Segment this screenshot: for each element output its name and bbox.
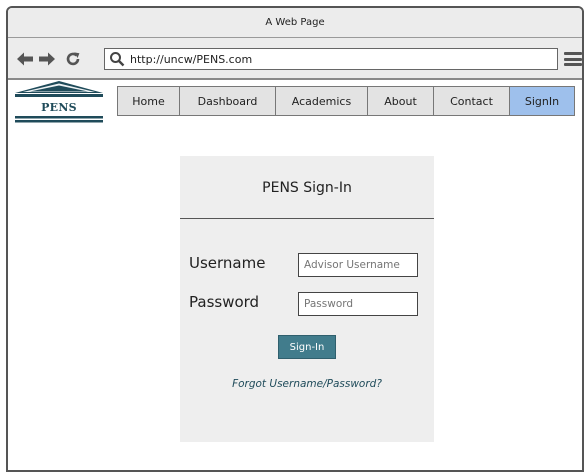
url-text: http://uncw/PENS.com xyxy=(130,52,253,66)
forgot-credentials-link[interactable]: Forgot Username/Password? xyxy=(180,378,434,390)
reload-button[interactable] xyxy=(64,50,82,68)
back-button[interactable] xyxy=(16,50,34,68)
address-bar[interactable]: http://uncw/PENS.com xyxy=(104,48,558,70)
window-title: A Web Page xyxy=(265,17,325,28)
magnifier-icon xyxy=(109,51,125,67)
password-input[interactable] xyxy=(298,292,418,316)
nav-item-signin[interactable]: SignIn xyxy=(510,87,574,115)
username-input[interactable] xyxy=(298,253,418,277)
nav-item-contact[interactable]: Contact xyxy=(434,87,510,115)
password-label: Password xyxy=(189,293,260,311)
nav-item-academics[interactable]: Academics xyxy=(276,87,368,115)
nav-item-about[interactable]: About xyxy=(368,87,434,115)
title-divider xyxy=(180,218,434,219)
signin-title: PENS Sign-In xyxy=(262,180,352,196)
window-titlebar: A Web Page xyxy=(8,8,582,38)
username-label: Username xyxy=(189,254,266,272)
arrow-right-icon xyxy=(39,52,55,66)
nav-item-home[interactable]: Home xyxy=(118,87,180,115)
reload-icon xyxy=(66,52,80,66)
main-nav: Home Dashboard Academics About Contact S… xyxy=(117,86,575,116)
pens-logo[interactable]: PENS xyxy=(12,80,106,124)
hamburger-menu-icon[interactable] xyxy=(564,50,582,68)
signin-panel: PENS Sign-In Username Password Sign-In F… xyxy=(180,156,434,442)
browser-toolbar: http://uncw/PENS.com xyxy=(8,38,582,80)
nav-item-dashboard[interactable]: Dashboard xyxy=(180,87,276,115)
signin-button[interactable]: Sign-In xyxy=(278,335,336,359)
logo-text: PENS xyxy=(41,101,77,114)
arrow-left-icon xyxy=(17,52,33,66)
forward-button[interactable] xyxy=(38,50,56,68)
